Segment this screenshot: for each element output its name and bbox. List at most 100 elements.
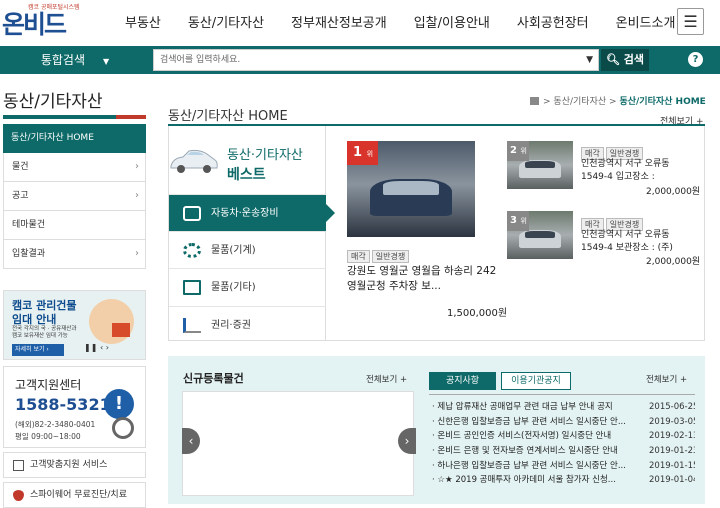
nav-item-movables[interactable]: 동산/기타자산 [188, 12, 264, 32]
gear-icon [183, 243, 201, 258]
best-item-3-photo[interactable]: 3 위 [507, 211, 573, 259]
main-nav: 부동산 동산/기타자산 정부재산정보공개 입찰/이용안내 사회공헌장터 온비드소… [125, 12, 702, 32]
notice-row[interactable]: · 하나은행 입찰보증금 납부 관련 서비스 일시중단 안... 2019-01-… [429, 459, 695, 474]
notice-date: 2019-01-15 [649, 460, 695, 471]
side-nav-label: 동산/기타자산 HOME [11, 133, 94, 143]
search-icon: 🔍︎ [605, 53, 620, 66]
category-label: 물품(기타) [211, 282, 256, 293]
nav-item-realestate[interactable]: 부동산 [125, 12, 161, 32]
hand-illustration [89, 299, 134, 344]
breadcrumb-sep: > [609, 97, 617, 107]
side-nav-item-theme[interactable]: 테마물건 [3, 211, 146, 240]
vehicle-icon [183, 206, 201, 221]
bottom-panel: 신규등록물건 전체보기 + ‹ › 공지사항 이용기관공지 전체보기 + · 제… [168, 356, 705, 504]
best-item-3-desc[interactable]: 인천광역시 서구 오류동 1549-4 보관장소 : (주) [581, 229, 673, 255]
notice-title[interactable]: · 온비드 은행 및 전자보증 연계서비스 일시중단 안내 [432, 444, 629, 459]
banner-controls[interactable]: ❚❚ ‹ › [84, 343, 109, 352]
category-tab-machinery[interactable]: 물품(기계) [169, 231, 326, 268]
best-title: 동산·기타자산 [227, 148, 303, 163]
category-tab-securities[interactable]: 권리·증권 [169, 306, 326, 343]
notice-date: 2019-02-13 [649, 431, 695, 442]
search-scope-select[interactable]: 통합검색 ▼ [0, 46, 150, 74]
header: 캠코 공매포털시스템 온비드 부동산 동산/기타자산 정부재산정보공개 입찰/이… [0, 0, 720, 44]
search-button[interactable]: 🔍︎ 검색 [601, 49, 649, 71]
exclamation-icon: ! [104, 389, 134, 419]
notice-title[interactable]: · ☆★ 2019 공매투자 아카데미 서울 참가자 신청... [432, 473, 629, 488]
best-item-2-desc[interactable]: 인천광역시 서구 오류동 1549-4 입고장소 : [581, 158, 670, 184]
category-tab-other-goods[interactable]: 물품(기타) [169, 268, 326, 305]
notice-title[interactable]: · 하나은행 입찰보증금 납부 관련 서비스 일시중단 안... [432, 459, 629, 474]
lease-banner[interactable]: 캠코 관리건물 임대 안내 전국 각지의 국 · 공유재산과 캠코 보유재산 임대… [3, 290, 146, 360]
side-nav-label: 테마물건 [12, 220, 46, 230]
notice-date: 2015-06-25 [649, 402, 695, 412]
nav-item-gov-property[interactable]: 정부재산정보공개 [291, 12, 387, 32]
new-listings-title: 신규등록물건 [183, 372, 244, 385]
service-label: 고객맞춤지원 서비스 [30, 460, 108, 470]
car-window [382, 181, 440, 195]
notice-row[interactable]: · ☆★ 2019 공매투자 아카데미 서울 참가자 신청... 2019-01-… [429, 473, 695, 488]
side-nav-label: 입찰결과 [12, 249, 46, 259]
service-label: 스파이웨어 무료진단/치료 [30, 490, 127, 500]
notice-title[interactable]: · 신한은행 입찰보증금 납부 관련 서비스 일시중단 안... [432, 415, 629, 430]
nav-item-about[interactable]: 온비드소개 [616, 12, 676, 32]
notice-row[interactable]: · 신한은행 입찰보증금 납부 관련 서비스 일시중단 안... 2019-03-… [429, 415, 695, 430]
section-title-underline [3, 115, 146, 119]
best-item-1-photo[interactable]: 1 위 [347, 141, 475, 237]
search-input[interactable]: 검색어를 입력하세요. ▼ [153, 49, 599, 71]
customer-center-title: 고객지원센터 [15, 378, 82, 392]
notice-row[interactable]: · 제납 압류재산 공매업무 관련 대금 납부 안내 공지 2015-06-25 [429, 400, 695, 415]
new-listings-view-all[interactable]: 전체보기 + [366, 373, 407, 385]
section-title: 동산/기타자산 [3, 92, 103, 112]
side-nav-item-home[interactable]: 동산/기타자산 HOME [3, 124, 146, 153]
side-nav-label: 물건 [12, 162, 29, 172]
notice-title[interactable]: · 제납 압류재산 공매업무 관련 대금 납부 안내 공지 [432, 400, 629, 415]
customer-center-phone: 1588-5321 [15, 395, 111, 414]
desc-line: 인천광역시 서구 오류동 [581, 159, 670, 169]
notice-row[interactable]: · 온비드 공인인증 서비스(전자서명) 일시중단 안내 2019-02-13 [429, 429, 695, 444]
best-item-1-desc[interactable]: 강원도 영월군 영월읍 하송리 242 영월군청 주차장 보... [347, 264, 497, 294]
customer-center-hours: 평일 09:00~18:00 [15, 432, 81, 441]
help-icon[interactable]: ? [688, 52, 703, 67]
search-bar: 통합검색 ▼ 검색어를 입력하세요. ▼ 🔍︎ 검색 ? [0, 46, 720, 74]
category-label: 권리·증권 [211, 320, 251, 331]
nav-item-social-market[interactable]: 사회공헌장터 [517, 12, 589, 32]
notice-date: 2019-03-05 [649, 416, 695, 427]
banner-more-button[interactable]: 자세히 보기 › [12, 344, 64, 356]
custom-support-service-link[interactable]: 고객맞춤지원 서비스 [3, 452, 146, 478]
new-listings-carousel [182, 391, 414, 496]
tab-agency-notices[interactable]: 이용기관공지 [501, 372, 571, 390]
banner-desc-2: 캠코 보유재산 임대 가능 [12, 333, 68, 339]
rank-suffix: 위 [366, 150, 374, 158]
side-nav-item-goods[interactable]: 물건 › [3, 153, 146, 182]
chart-icon [183, 318, 201, 333]
onbid-logo[interactable]: 캠코 공매포털시스템 온비드 [2, 2, 82, 39]
best-category-panel: 동산·기타자산 베스트 자동차·운송장비 물품(기계) 물품(기타) 권리·증권 [169, 126, 335, 343]
side-nav-item-results[interactable]: 입찰결과 › [3, 240, 146, 269]
notices-view-all[interactable]: 전체보기 + [646, 373, 687, 385]
spyware-scan-link[interactable]: 스파이웨어 무료진단/치료 [3, 482, 146, 508]
notice-date: 2019-01-23 [649, 446, 695, 457]
best-item-2-price: 2,000,000원 [646, 187, 701, 197]
rank-badge: 2 위 [507, 141, 529, 161]
rank-number: 2 [510, 145, 517, 156]
best-item-2-photo[interactable]: 2 위 [507, 141, 573, 189]
car-window [525, 161, 555, 168]
notice-title[interactable]: · 온비드 공인인증 서비스(전자서명) 일시중단 안내 [432, 429, 629, 444]
banner-title-2: 임대 안내 [12, 313, 57, 326]
breadcrumb-item[interactable]: 동산/기타자산 [553, 97, 606, 107]
best-subtitle: 베스트 [227, 167, 266, 183]
nav-item-bid-guide[interactable]: 입찰/이용안내 [414, 12, 490, 32]
dropdown-arrow-icon[interactable]: ▼ [586, 50, 593, 70]
folder-icon [183, 280, 201, 295]
shield-icon [13, 490, 24, 501]
computer-icon [13, 460, 24, 471]
notice-row[interactable]: · 온비드 은행 및 전자보증 연계서비스 일시중단 안내 2019-01-23 [429, 444, 695, 459]
tab-notices[interactable]: 공지사항 [429, 372, 496, 390]
desc-line: 1549-4 보관장소 : (주) [581, 243, 673, 253]
hamburger-menu-button[interactable]: ☰ [677, 8, 704, 35]
category-tab-vehicles[interactable]: 자동차·운송장비 [169, 194, 335, 231]
customer-center-overseas: (해외)82-2-3480-0401 [15, 420, 96, 429]
desc-line: 인천광역시 서구 오류동 [581, 230, 670, 240]
home-icon[interactable] [530, 97, 539, 105]
side-nav-item-notice[interactable]: 공고 › [3, 182, 146, 211]
